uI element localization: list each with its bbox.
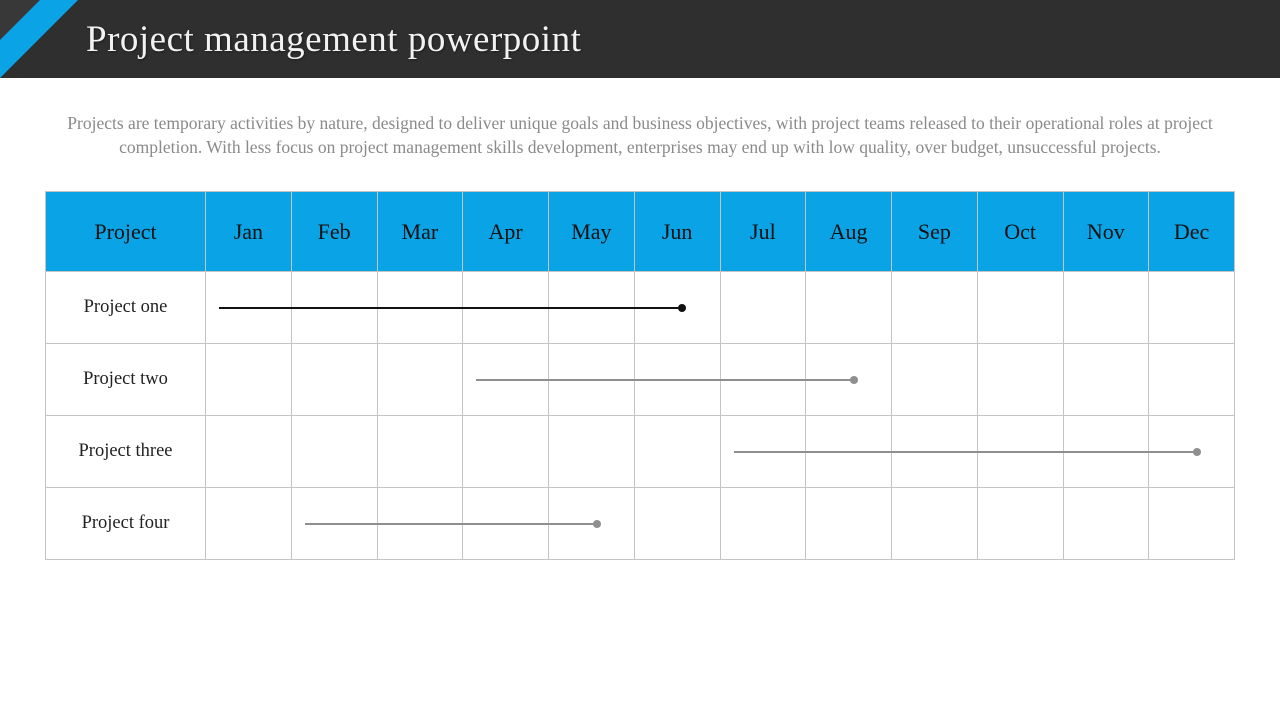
project-name-cell: Project four xyxy=(46,488,206,560)
table-row: Project three xyxy=(46,416,1235,488)
col-month: Jan xyxy=(206,192,292,272)
gantt-container: Project Jan Feb Mar Apr May Jun Jul Aug … xyxy=(45,191,1235,560)
gantt-bar xyxy=(305,523,597,525)
gantt-cell xyxy=(291,344,377,416)
gantt-cell xyxy=(977,272,1063,344)
gantt-cell xyxy=(206,344,292,416)
project-name-cell: Project two xyxy=(46,344,206,416)
gantt-cell xyxy=(1063,344,1149,416)
gantt-cell xyxy=(1149,344,1235,416)
col-month: Dec xyxy=(1149,192,1235,272)
col-month: Mar xyxy=(377,192,463,272)
gantt-cell xyxy=(892,272,978,344)
col-month: Nov xyxy=(1063,192,1149,272)
project-name-cell: Project one xyxy=(46,272,206,344)
table-row: Project two xyxy=(46,344,1235,416)
gantt-cell xyxy=(806,488,892,560)
col-month: Jul xyxy=(720,192,806,272)
gantt-cell xyxy=(892,488,978,560)
gantt-cell xyxy=(549,416,635,488)
table-row: Project four xyxy=(46,488,1235,560)
gantt-cell xyxy=(291,416,377,488)
gantt-cell xyxy=(977,488,1063,560)
col-month: Feb xyxy=(291,192,377,272)
gantt-cell xyxy=(977,344,1063,416)
gantt-cell xyxy=(463,416,549,488)
gantt-cell xyxy=(634,488,720,560)
gantt-header-row: Project Jan Feb Mar Apr May Jun Jul Aug … xyxy=(46,192,1235,272)
col-month: Oct xyxy=(977,192,1063,272)
gantt-cell xyxy=(634,416,720,488)
col-month: May xyxy=(549,192,635,272)
gantt-cell xyxy=(806,272,892,344)
gantt-bar xyxy=(219,307,683,309)
col-month: Jun xyxy=(634,192,720,272)
gantt-bar xyxy=(476,379,854,381)
gantt-table: Project Jan Feb Mar Apr May Jun Jul Aug … xyxy=(45,191,1235,560)
gantt-cell xyxy=(206,416,292,488)
col-month: Sep xyxy=(892,192,978,272)
slide-title: Project management powerpoint xyxy=(0,18,581,61)
gantt-bar xyxy=(734,451,1198,453)
gantt-cell xyxy=(892,344,978,416)
gantt-cell xyxy=(206,488,292,560)
col-project: Project xyxy=(46,192,206,272)
gantt-cell xyxy=(377,416,463,488)
slide-header: Project management powerpoint xyxy=(0,0,1280,78)
project-name-cell: Project three xyxy=(46,416,206,488)
gantt-cell xyxy=(377,344,463,416)
gantt-cell xyxy=(1149,272,1235,344)
gantt-cell xyxy=(720,488,806,560)
corner-shadow xyxy=(0,0,40,40)
gantt-cell xyxy=(720,272,806,344)
gantt-cell xyxy=(206,272,292,344)
table-row: Project one xyxy=(46,272,1235,344)
slide-subtitle: Projects are temporary activities by nat… xyxy=(45,112,1235,159)
gantt-cell xyxy=(1063,272,1149,344)
col-month: Apr xyxy=(463,192,549,272)
gantt-cell xyxy=(1063,488,1149,560)
col-month: Aug xyxy=(806,192,892,272)
gantt-cell xyxy=(1149,488,1235,560)
